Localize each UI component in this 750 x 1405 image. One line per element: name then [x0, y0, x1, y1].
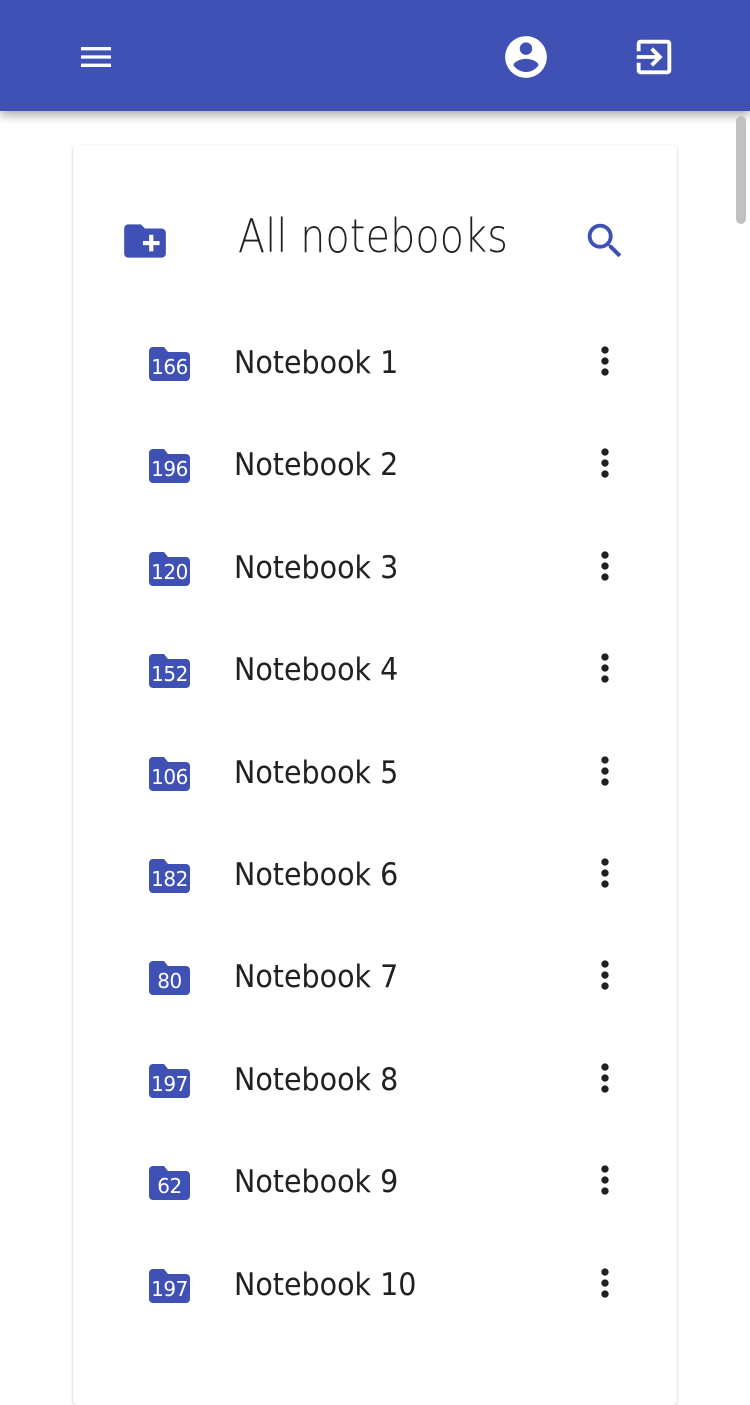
account-button[interactable]: [496, 27, 556, 87]
add-notebook-button[interactable]: [117, 213, 173, 269]
search-button[interactable]: [577, 213, 633, 269]
note-count-badge: 197: [151, 1276, 188, 1301]
more-options-button[interactable]: [581, 337, 629, 385]
more-vert-icon: [601, 551, 609, 581]
notebook-item[interactable]: 196 Notebook 2: [73, 417, 677, 519]
search-icon: [587, 223, 622, 258]
notebook-item[interactable]: 106 Notebook 5: [73, 725, 677, 827]
note-count-badge: 62: [157, 1174, 182, 1199]
folder-icon: 80: [149, 961, 190, 996]
logout-button[interactable]: [624, 27, 684, 87]
more-vert-icon: [601, 858, 609, 888]
notebooks-card: All notebooks 166 Notebook 1 196 Noteboo…: [73, 145, 677, 1405]
more-options-button[interactable]: [581, 542, 629, 590]
folder-icon: 197: [149, 1063, 190, 1098]
notebook-title: Notebook 6: [234, 856, 399, 893]
more-options-button[interactable]: [581, 849, 629, 897]
more-options-button[interactable]: [581, 439, 629, 487]
more-vert-icon: [601, 755, 609, 786]
notebook-list: 166 Notebook 1 196 Notebook 2 120 Notebo…: [73, 315, 677, 1339]
scrollbar-thumb[interactable]: [736, 116, 746, 224]
create-new-folder-icon: [124, 224, 166, 258]
more-vert-icon: [601, 1063, 609, 1093]
account-circle-icon: [505, 36, 547, 78]
more-options-button[interactable]: [581, 644, 629, 692]
folder-icon: 197: [149, 1268, 190, 1303]
note-count-badge: 196: [151, 457, 188, 482]
folder-icon: 196: [149, 449, 190, 484]
note-count-badge: 197: [151, 1071, 188, 1096]
more-vert-icon: [601, 1267, 609, 1298]
more-vert-icon: [601, 346, 609, 376]
note-count-badge: 166: [151, 355, 188, 379]
folder-icon: 120: [149, 551, 190, 586]
menu-button[interactable]: [66, 27, 126, 87]
more-vert-icon: [601, 448, 609, 479]
menu-icon: [81, 47, 111, 67]
more-options-button[interactable]: [581, 747, 629, 795]
more-vert-icon: [601, 1165, 609, 1195]
notebook-item[interactable]: 80 Notebook 7: [73, 929, 677, 1031]
notebook-title: Notebook 4: [234, 652, 399, 689]
notebook-title: Notebook 8: [234, 1061, 399, 1098]
notebook-item[interactable]: 152 Notebook 4: [73, 622, 677, 724]
more-vert-icon: [601, 960, 609, 991]
notebook-title: Notebook 7: [234, 959, 399, 996]
notebook-title: Notebook 3: [234, 549, 399, 586]
notebook-item[interactable]: 62 Notebook 9: [73, 1134, 677, 1236]
notebook-item[interactable]: 120 Notebook 3: [73, 520, 677, 622]
more-options-button[interactable]: [581, 951, 629, 999]
notebook-item[interactable]: 197 Notebook 10: [73, 1237, 677, 1339]
note-count-badge: 152: [151, 662, 188, 687]
folder-icon: 152: [149, 654, 190, 689]
more-options-button[interactable]: [581, 1156, 629, 1204]
note-count-badge: 106: [151, 764, 188, 789]
folder-icon: 166: [149, 347, 190, 381]
card-header: All notebooks: [73, 145, 677, 335]
notebook-item[interactable]: 197 Notebook 8: [73, 1032, 677, 1134]
more-vert-icon: [601, 653, 609, 683]
notebook-item[interactable]: 182 Notebook 6: [73, 827, 677, 929]
exit-to-app-icon: [636, 39, 672, 75]
page-title: All notebooks: [238, 209, 509, 263]
folder-icon: 182: [149, 858, 190, 893]
more-options-button[interactable]: [581, 1259, 629, 1307]
app-bar: [0, 0, 750, 111]
note-count-badge: 80: [157, 969, 182, 994]
note-count-badge: 182: [151, 866, 188, 891]
notebook-item[interactable]: 166 Notebook 1: [73, 315, 677, 417]
notebook-title: Notebook 1: [234, 345, 399, 381]
notebook-title: Notebook 10: [234, 1266, 417, 1303]
folder-icon: 62: [149, 1166, 190, 1201]
notebook-title: Notebook 9: [234, 1164, 399, 1201]
note-count-badge: 120: [151, 559, 188, 584]
notebook-title: Notebook 2: [234, 447, 399, 484]
folder-icon: 106: [149, 756, 190, 791]
more-options-button[interactable]: [581, 1054, 629, 1102]
notebook-title: Notebook 5: [234, 754, 399, 791]
